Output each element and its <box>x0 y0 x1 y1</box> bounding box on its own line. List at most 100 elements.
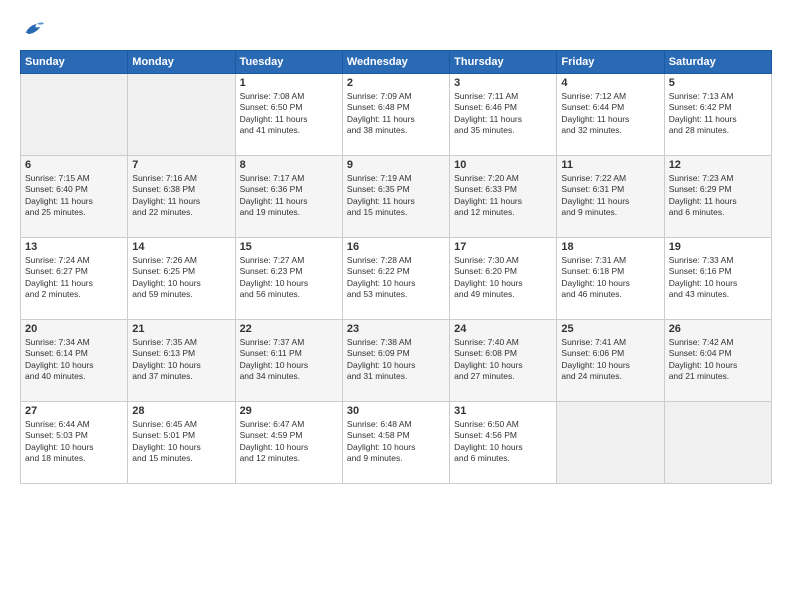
weekday-header-monday: Monday <box>128 51 235 74</box>
calendar-cell: 16 Sunrise: 7:28 AMSunset: 6:22 PMDayligh… <box>342 238 449 320</box>
day-info: Sunrise: 7:33 AMSunset: 6:16 PMDaylight:… <box>669 255 767 301</box>
day-info: Sunrise: 7:42 AMSunset: 6:04 PMDaylight:… <box>669 337 767 383</box>
day-number: 2 <box>347 77 445 89</box>
day-number: 26 <box>669 323 767 335</box>
calendar-cell: 4 Sunrise: 7:12 AMSunset: 6:44 PMDaylight… <box>557 74 664 156</box>
calendar-cell: 7 Sunrise: 7:16 AMSunset: 6:38 PMDaylight… <box>128 156 235 238</box>
day-number: 6 <box>25 159 123 171</box>
calendar-table: SundayMondayTuesdayWednesdayThursdayFrid… <box>20 50 772 484</box>
calendar-cell: 19 Sunrise: 7:33 AMSunset: 6:16 PMDayligh… <box>664 238 771 320</box>
calendar-cell: 22 Sunrise: 7:37 AMSunset: 6:11 PMDayligh… <box>235 320 342 402</box>
day-number: 28 <box>132 405 230 417</box>
day-info: Sunrise: 7:37 AMSunset: 6:11 PMDaylight:… <box>240 337 338 383</box>
day-number: 5 <box>669 77 767 89</box>
calendar-cell: 11 Sunrise: 7:22 AMSunset: 6:31 PMDayligh… <box>557 156 664 238</box>
calendar-cell <box>128 74 235 156</box>
day-info: Sunrise: 7:13 AMSunset: 6:42 PMDaylight:… <box>669 91 767 137</box>
day-number: 13 <box>25 241 123 253</box>
calendar-cell: 30Sunrise: 6:48 AMSunset: 4:58 PMDayligh… <box>342 402 449 484</box>
day-number: 14 <box>132 241 230 253</box>
calendar-cell: 3 Sunrise: 7:11 AMSunset: 6:46 PMDaylight… <box>450 74 557 156</box>
calendar-week-row: 20Sunrise: 7:34 AMSunset: 6:14 PMDayligh… <box>21 320 772 402</box>
calendar-cell: 27Sunrise: 6:44 AMSunset: 5:03 PMDayligh… <box>21 402 128 484</box>
day-number: 10 <box>454 159 552 171</box>
header <box>20 18 772 40</box>
calendar-week-row: 6 Sunrise: 7:15 AMSunset: 6:40 PMDaylight… <box>21 156 772 238</box>
day-info: Sunrise: 7:23 AMSunset: 6:29 PMDaylight:… <box>669 173 767 219</box>
calendar-cell: 8 Sunrise: 7:17 AMSunset: 6:36 PMDaylight… <box>235 156 342 238</box>
calendar-cell: 21Sunrise: 7:35 AMSunset: 6:13 PMDayligh… <box>128 320 235 402</box>
day-number: 1 <box>240 77 338 89</box>
day-info: Sunrise: 6:50 AMSunset: 4:56 PMDaylight:… <box>454 419 552 465</box>
calendar-week-row: 13 Sunrise: 7:24 AMSunset: 6:27 PMDayligh… <box>21 238 772 320</box>
calendar-cell: 12 Sunrise: 7:23 AMSunset: 6:29 PMDayligh… <box>664 156 771 238</box>
day-info: Sunrise: 7:27 AMSunset: 6:23 PMDaylight:… <box>240 255 338 301</box>
calendar-cell <box>557 402 664 484</box>
day-info: Sunrise: 6:45 AMSunset: 5:01 PMDaylight:… <box>132 419 230 465</box>
day-number: 11 <box>561 159 659 171</box>
weekday-header-thursday: Thursday <box>450 51 557 74</box>
calendar-cell: 24Sunrise: 7:40 AMSunset: 6:08 PMDayligh… <box>450 320 557 402</box>
day-info: Sunrise: 7:28 AMSunset: 6:22 PMDaylight:… <box>347 255 445 301</box>
calendar-cell: 20Sunrise: 7:34 AMSunset: 6:14 PMDayligh… <box>21 320 128 402</box>
day-number: 4 <box>561 77 659 89</box>
day-number: 22 <box>240 323 338 335</box>
day-number: 31 <box>454 405 552 417</box>
day-number: 18 <box>561 241 659 253</box>
calendar-cell: 6 Sunrise: 7:15 AMSunset: 6:40 PMDaylight… <box>21 156 128 238</box>
day-info: Sunrise: 7:34 AMSunset: 6:14 PMDaylight:… <box>25 337 123 383</box>
calendar-cell: 17 Sunrise: 7:30 AMSunset: 6:20 PMDayligh… <box>450 238 557 320</box>
day-number: 12 <box>669 159 767 171</box>
calendar-cell: 2 Sunrise: 7:09 AMSunset: 6:48 PMDaylight… <box>342 74 449 156</box>
day-info: Sunrise: 7:12 AMSunset: 6:44 PMDaylight:… <box>561 91 659 137</box>
day-number: 8 <box>240 159 338 171</box>
day-number: 7 <box>132 159 230 171</box>
calendar-cell: 14Sunrise: 7:26 AMSunset: 6:25 PMDayligh… <box>128 238 235 320</box>
calendar-cell: 15 Sunrise: 7:27 AMSunset: 6:23 PMDayligh… <box>235 238 342 320</box>
calendar-cell: 18 Sunrise: 7:31 AMSunset: 6:18 PMDayligh… <box>557 238 664 320</box>
day-info: Sunrise: 6:47 AMSunset: 4:59 PMDaylight:… <box>240 419 338 465</box>
calendar-week-row: 27Sunrise: 6:44 AMSunset: 5:03 PMDayligh… <box>21 402 772 484</box>
calendar-cell <box>21 74 128 156</box>
calendar-cell: 23Sunrise: 7:38 AMSunset: 6:09 PMDayligh… <box>342 320 449 402</box>
day-info: Sunrise: 7:08 AMSunset: 6:50 PMDaylight:… <box>240 91 338 137</box>
day-info: Sunrise: 7:15 AMSunset: 6:40 PMDaylight:… <box>25 173 123 219</box>
weekday-header-wednesday: Wednesday <box>342 51 449 74</box>
calendar-cell <box>664 402 771 484</box>
weekday-header-tuesday: Tuesday <box>235 51 342 74</box>
day-number: 17 <box>454 241 552 253</box>
day-number: 30 <box>347 405 445 417</box>
page: SundayMondayTuesdayWednesdayThursdayFrid… <box>0 0 792 612</box>
day-number: 23 <box>347 323 445 335</box>
day-info: Sunrise: 7:11 AMSunset: 6:46 PMDaylight:… <box>454 91 552 137</box>
day-info: Sunrise: 7:09 AMSunset: 6:48 PMDaylight:… <box>347 91 445 137</box>
day-number: 19 <box>669 241 767 253</box>
day-info: Sunrise: 7:19 AMSunset: 6:35 PMDaylight:… <box>347 173 445 219</box>
day-number: 16 <box>347 241 445 253</box>
logo <box>20 18 44 40</box>
day-number: 27 <box>25 405 123 417</box>
day-info: Sunrise: 7:30 AMSunset: 6:20 PMDaylight:… <box>454 255 552 301</box>
day-info: Sunrise: 7:31 AMSunset: 6:18 PMDaylight:… <box>561 255 659 301</box>
logo-bird-icon <box>22 18 44 40</box>
calendar-cell: 28 Sunrise: 6:45 AMSunset: 5:01 PMDayligh… <box>128 402 235 484</box>
calendar-week-row: 1 Sunrise: 7:08 AMSunset: 6:50 PMDaylight… <box>21 74 772 156</box>
day-number: 3 <box>454 77 552 89</box>
day-number: 15 <box>240 241 338 253</box>
calendar-cell: 1 Sunrise: 7:08 AMSunset: 6:50 PMDaylight… <box>235 74 342 156</box>
calendar-header-row: SundayMondayTuesdayWednesdayThursdayFrid… <box>21 51 772 74</box>
calendar-cell: 13 Sunrise: 7:24 AMSunset: 6:27 PMDayligh… <box>21 238 128 320</box>
day-info: Sunrise: 7:17 AMSunset: 6:36 PMDaylight:… <box>240 173 338 219</box>
day-number: 25 <box>561 323 659 335</box>
day-number: 9 <box>347 159 445 171</box>
calendar-cell: 31 Sunrise: 6:50 AMSunset: 4:56 PMDayligh… <box>450 402 557 484</box>
day-info: Sunrise: 7:24 AMSunset: 6:27 PMDaylight:… <box>25 255 123 301</box>
calendar-cell: 10Sunrise: 7:20 AMSunset: 6:33 PMDayligh… <box>450 156 557 238</box>
day-number: 29 <box>240 405 338 417</box>
day-info: Sunrise: 7:16 AMSunset: 6:38 PMDaylight:… <box>132 173 230 219</box>
weekday-header-friday: Friday <box>557 51 664 74</box>
calendar-cell: 26 Sunrise: 7:42 AMSunset: 6:04 PMDayligh… <box>664 320 771 402</box>
day-number: 21 <box>132 323 230 335</box>
day-info: Sunrise: 7:22 AMSunset: 6:31 PMDaylight:… <box>561 173 659 219</box>
calendar-cell: 29 Sunrise: 6:47 AMSunset: 4:59 PMDayligh… <box>235 402 342 484</box>
